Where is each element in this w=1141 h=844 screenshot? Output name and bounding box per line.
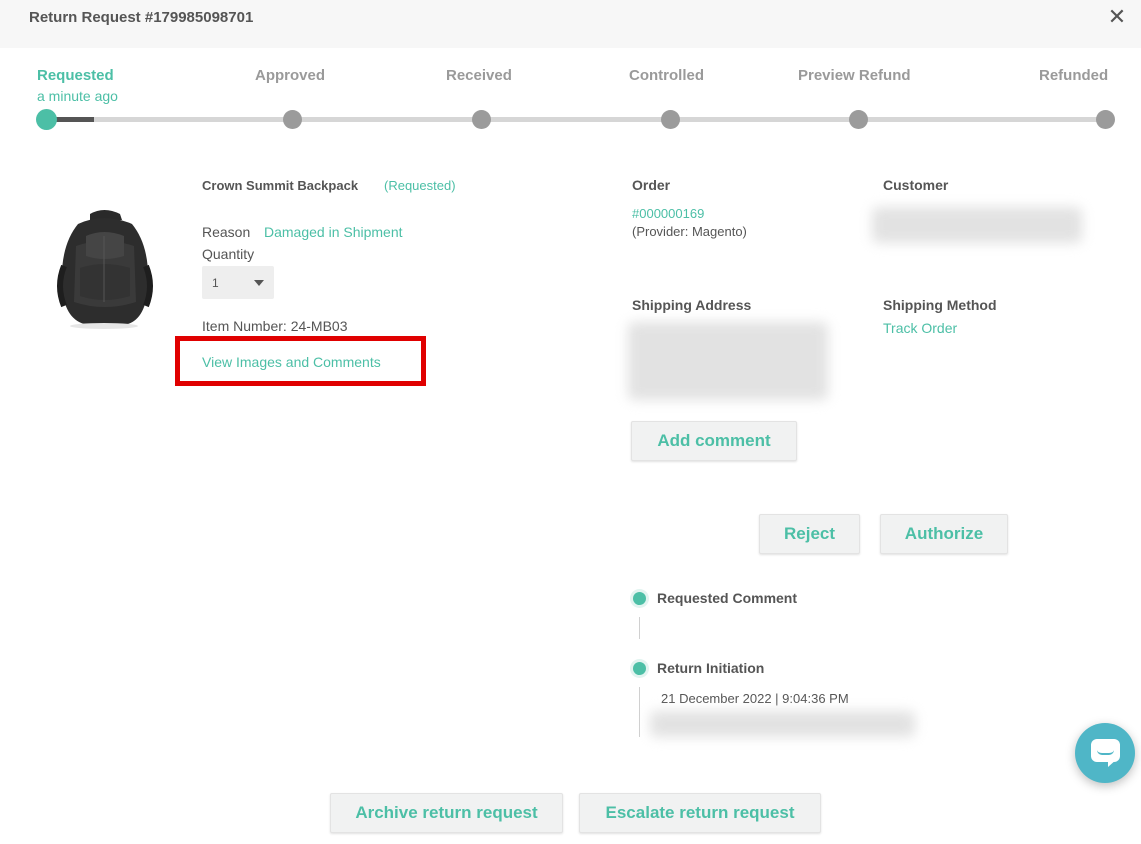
add-comment-button[interactable]: Add comment — [631, 421, 797, 461]
order-heading: Order — [632, 177, 671, 193]
timeline-dot — [633, 662, 646, 675]
authorize-button[interactable]: Authorize — [880, 514, 1008, 554]
quantity-select[interactable]: 1 — [202, 266, 274, 299]
quantity-value: 1 — [212, 276, 219, 290]
step-dot-received — [472, 110, 491, 129]
timeline-item-title: Requested Comment — [657, 590, 798, 606]
step-requested: Requested — [37, 67, 114, 84]
timeline-item-date: 21 December 2022 | 9:04:36 PM — [661, 691, 849, 706]
step-approved: Approved — [255, 67, 326, 84]
status-stepper: Requested a minute ago Approved Received… — [0, 60, 1141, 140]
escalate-return-request-button[interactable]: Escalate return request — [579, 793, 821, 833]
customer-heading: Customer — [883, 177, 949, 193]
product-status: (Requested) — [384, 178, 456, 193]
progress-track — [46, 117, 1105, 122]
reason-value: Damaged in Shipment — [264, 224, 403, 240]
step-requested-time: a minute ago — [37, 88, 118, 104]
archive-return-request-button[interactable]: Archive return request — [330, 793, 563, 833]
chat-launcher-button[interactable] — [1075, 723, 1135, 783]
track-order-link[interactable]: Track Order — [883, 320, 957, 336]
timeline-line — [639, 617, 640, 639]
chevron-down-icon — [254, 280, 264, 286]
timeline-item-title: Return Initiation — [657, 660, 765, 676]
step-dot-refunded — [1096, 110, 1115, 129]
step-controlled: Controlled — [629, 67, 704, 84]
step-dot-requested — [36, 109, 57, 130]
item-number: Item Number: 24-MB03 — [202, 318, 348, 334]
quantity-label: Quantity — [202, 246, 255, 262]
step-preview-refund: Preview Refund — [798, 67, 911, 84]
step-received: Received — [446, 67, 512, 84]
step-dot-preview-refund — [849, 110, 868, 129]
modal-title: Return Request #179985098701 — [29, 9, 254, 26]
shipping-method-heading: Shipping Method — [883, 297, 997, 313]
customer-details-redacted — [872, 207, 1082, 243]
order-provider: (Provider: Magento) — [632, 224, 747, 239]
shipping-address-heading: Shipping Address — [632, 297, 752, 313]
product-name: Crown Summit Backpack — [202, 178, 359, 193]
order-number-link[interactable]: #000000169 — [632, 206, 704, 221]
step-dot-approved — [283, 110, 302, 129]
view-images-link[interactable]: View Images and Comments — [202, 354, 381, 370]
timeline-dot — [633, 592, 646, 605]
timeline-line — [639, 687, 640, 737]
backpack-image — [57, 210, 153, 329]
shipping-address-redacted — [628, 322, 828, 400]
modal-header: Return Request #179985098701 ✕ — [0, 0, 1141, 48]
step-dot-controlled — [661, 110, 680, 129]
reject-button[interactable]: Reject — [759, 514, 860, 554]
reason-label: Reason — [202, 224, 251, 240]
step-refunded: Refunded — [1039, 67, 1109, 84]
timeline-comment-redacted — [650, 711, 915, 737]
close-icon[interactable]: ✕ — [1103, 4, 1131, 32]
